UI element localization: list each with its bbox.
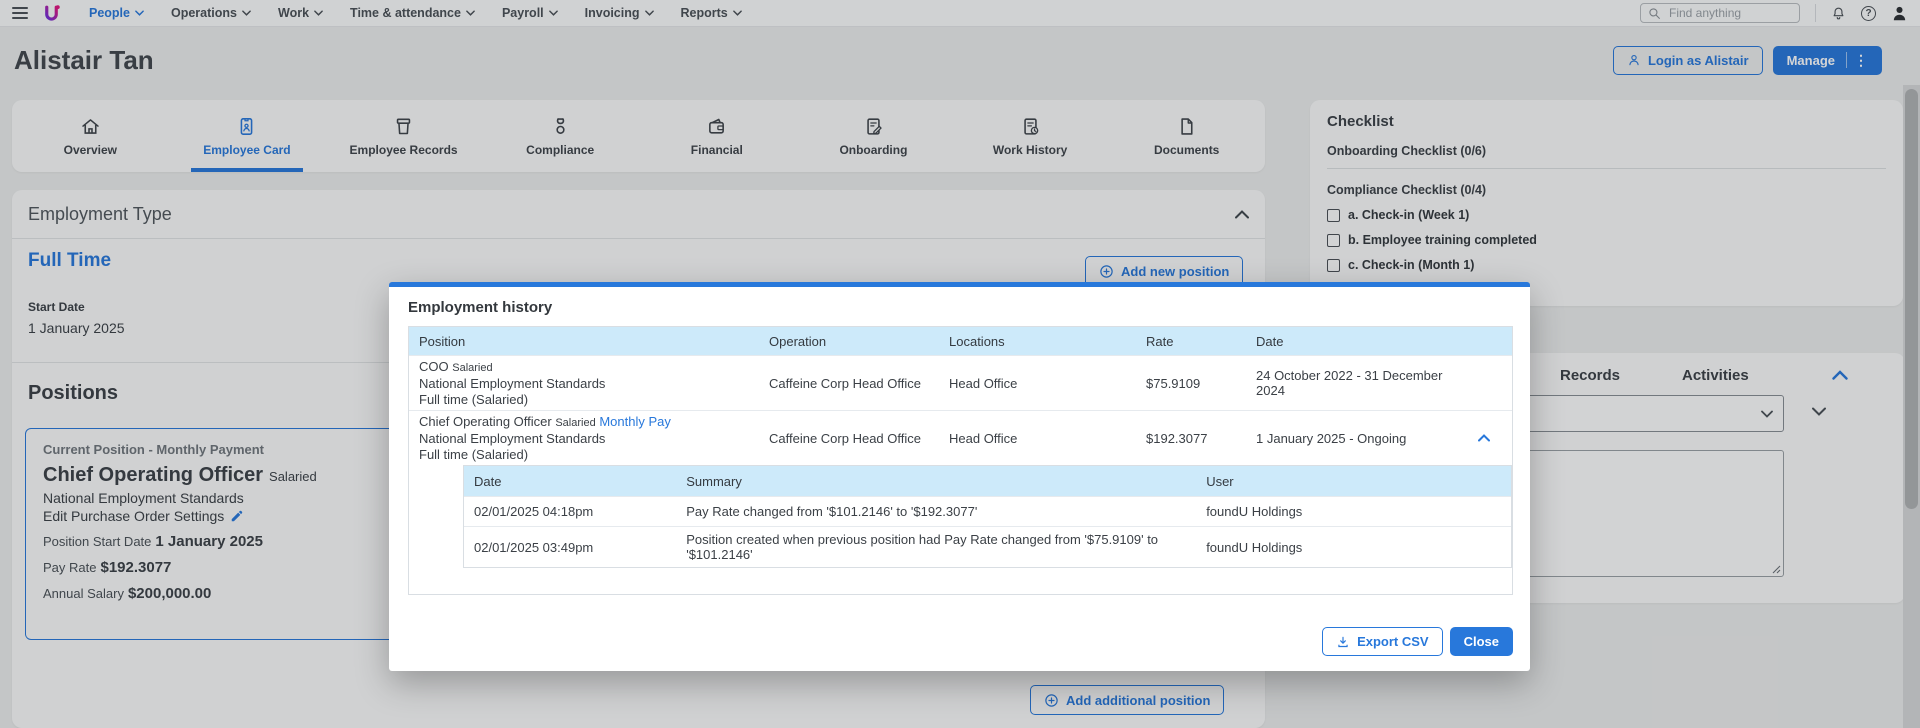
cell-rate: $75.9109 — [1136, 376, 1246, 391]
log-col-summary: Summary — [676, 474, 1196, 489]
table-footer-space — [409, 568, 1512, 594]
log-row: 02/01/2025 04:18pm Pay Rate changed from… — [464, 496, 1511, 526]
close-button[interactable]: Close — [1450, 627, 1513, 656]
employment-history-table: Position Operation Locations Rate Date C… — [408, 326, 1513, 595]
modal-footer: Export CSV Close — [1322, 627, 1513, 656]
log-col-user: User — [1196, 474, 1511, 489]
cell-rate: $192.3077 — [1136, 431, 1246, 446]
close-label: Close — [1464, 634, 1499, 649]
cell-operation: Caffeine Corp Head Office — [759, 431, 939, 446]
row-position-title: Chief Operating Officer — [419, 414, 552, 429]
log-col-date: Date — [464, 474, 676, 489]
log-cell-summary: Position created when previous position … — [676, 532, 1196, 562]
row-position-type: Full time (Salaried) — [419, 447, 528, 462]
col-header-locations: Locations — [939, 334, 1136, 349]
export-csv-label: Export CSV — [1357, 634, 1429, 649]
row-position-award: National Employment Standards — [419, 376, 605, 391]
cell-operation: Caffeine Corp Head Office — [759, 376, 939, 391]
table-row: Chief Operating Officer Salaried Monthly… — [409, 410, 1512, 465]
cell-position: COO Salaried National Employment Standar… — [409, 359, 759, 408]
cell-date: 24 October 2022 - 31 December 2024 — [1246, 368, 1456, 398]
export-csv-button[interactable]: Export CSV — [1322, 627, 1443, 656]
cell-locations: Head Office — [939, 376, 1136, 391]
table-row: COO Salaried National Employment Standar… — [409, 355, 1512, 410]
monthly-pay-link[interactable]: Monthly Pay — [599, 414, 671, 429]
app-root: People Operations Work Time & attendance… — [0, 0, 1920, 728]
cell-position: Chief Operating Officer Salaried Monthly… — [409, 414, 759, 463]
row-position-award: National Employment Standards — [419, 431, 605, 446]
col-header-operation: Operation — [759, 334, 939, 349]
employment-history-modal: Employment history Position Operation Lo… — [389, 282, 1530, 671]
col-header-rate: Rate — [1136, 334, 1246, 349]
modal-title: Employment history — [408, 299, 1513, 316]
log-cell-date: 02/01/2025 03:49pm — [464, 540, 676, 555]
col-header-position: Position — [409, 334, 759, 349]
log-cell-summary: Pay Rate changed from '$101.2146' to '$1… — [676, 504, 1196, 519]
position-change-log-table: Date Summary User 02/01/2025 04:18pm Pay… — [463, 465, 1512, 568]
log-cell-user: foundU Holdings — [1196, 504, 1511, 519]
table-header-row: Position Operation Locations Rate Date — [409, 327, 1512, 355]
log-header-row: Date Summary User — [464, 466, 1511, 496]
row-position-tag: Salaried — [555, 417, 595, 429]
download-icon — [1336, 635, 1350, 649]
col-header-date: Date — [1246, 334, 1456, 349]
collapse-row-chevron-up-icon[interactable] — [1456, 434, 1512, 442]
cell-date: 1 January 2025 - Ongoing — [1246, 431, 1456, 446]
log-cell-user: foundU Holdings — [1196, 540, 1511, 555]
row-position-title: COO — [419, 359, 449, 374]
log-cell-date: 02/01/2025 04:18pm — [464, 504, 676, 519]
row-position-tag: Salaried — [452, 362, 492, 374]
log-row: 02/01/2025 03:49pm Position created when… — [464, 526, 1511, 567]
row-position-type: Full time (Salaried) — [419, 392, 528, 407]
cell-locations: Head Office — [939, 431, 1136, 446]
